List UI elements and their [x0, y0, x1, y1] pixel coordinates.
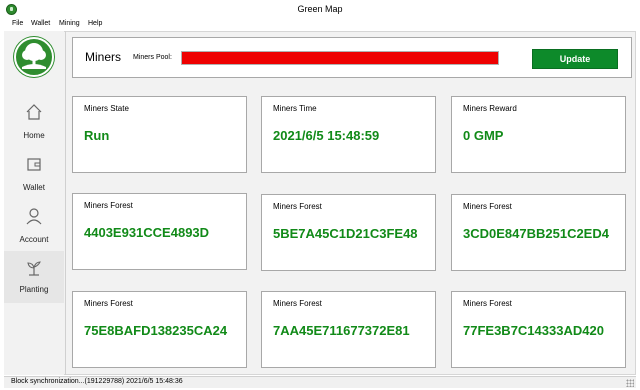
- card-value: Run: [84, 128, 110, 143]
- card-value: 77FE3B7C14333AD420: [463, 323, 604, 338]
- sidebar-item-label: Planting: [19, 285, 49, 294]
- card-value: 75E8BAFD138235CA24: [84, 323, 228, 338]
- sidebar: Home Wallet Account Planting: [4, 31, 64, 375]
- miners-forest-card: Miners Forest 7AA45E711677372E81: [261, 291, 436, 368]
- miners-state-card: Miners State Run: [72, 96, 247, 173]
- card-label: Miners Forest: [463, 202, 512, 211]
- status-text: Block synchronization...(191229788) 2021…: [11, 378, 183, 385]
- user-icon: [26, 208, 42, 225]
- sidebar-item-home[interactable]: Home: [4, 103, 64, 155]
- miners-time-card: Miners Time 2021/6/5 15:48:59: [261, 96, 436, 173]
- miners-pool-progress-fill: [182, 52, 498, 64]
- tree-logo-icon: [14, 37, 54, 77]
- menu-help[interactable]: Help: [88, 20, 102, 27]
- sidebar-divider: [65, 31, 66, 375]
- card-label: Miners Forest: [273, 299, 322, 308]
- miners-forest-card: Miners Forest 4403E931CCE4893D: [72, 193, 247, 270]
- menu-bar: File Wallet Mining Help: [0, 19, 640, 31]
- card-value: 0 GMP: [463, 128, 504, 143]
- card-label: Miners Reward: [463, 104, 517, 113]
- card-label: Miners Forest: [84, 299, 133, 308]
- update-button[interactable]: Update: [532, 49, 618, 69]
- sidebar-item-label: Account: [19, 235, 49, 244]
- title-bar: Green Map: [0, 0, 640, 19]
- miners-pool-label: Miners Pool:: [133, 54, 172, 61]
- card-value: 5BE7A45C1D21C3FE48: [273, 226, 418, 241]
- sidebar-item-label: Home: [23, 131, 45, 140]
- miners-forest-card: Miners Forest 75E8BAFD138235CA24: [72, 291, 247, 368]
- card-label: Miners State: [84, 104, 129, 113]
- page-title: Miners: [85, 50, 122, 64]
- miners-pool-progress: [181, 51, 499, 65]
- home-icon: [26, 104, 42, 120]
- card-value: 2021/6/5 15:48:59: [273, 128, 380, 143]
- resize-grip-icon[interactable]: [626, 379, 634, 387]
- menu-mining[interactable]: Mining: [59, 20, 80, 27]
- status-bar: Block synchronization...(191229788) 2021…: [4, 376, 636, 388]
- miners-forest-card: Miners Forest 77FE3B7C14333AD420: [451, 291, 626, 368]
- menu-wallet[interactable]: Wallet: [31, 20, 50, 27]
- window-title: Green Map: [297, 4, 343, 14]
- sidebar-item-planting[interactable]: Planting: [4, 251, 64, 303]
- miners-forest-card: Miners Forest 3CD0E847BB251C2ED4: [451, 194, 626, 271]
- sprout-icon: [27, 261, 41, 276]
- miners-header: Miners Miners Pool: Update: [72, 37, 632, 78]
- card-value: 3CD0E847BB251C2ED4: [463, 226, 609, 241]
- card-value: 4403E931CCE4893D: [84, 225, 210, 240]
- card-label: Miners Forest: [84, 201, 133, 210]
- miners-reward-card: Miners Reward 0 GMP: [451, 96, 626, 173]
- card-label: Miners Forest: [273, 202, 322, 211]
- card-label: Miners Time: [273, 104, 317, 113]
- card-label: Miners Forest: [463, 299, 512, 308]
- menu-file[interactable]: File: [12, 20, 23, 27]
- sidebar-item-wallet[interactable]: Wallet: [4, 155, 64, 207]
- sidebar-item-label: Wallet: [23, 183, 45, 192]
- card-value: 7AA45E711677372E81: [273, 323, 410, 338]
- miners-forest-card: Miners Forest 5BE7A45C1D21C3FE48: [261, 194, 436, 271]
- wallet-icon: [27, 158, 41, 171]
